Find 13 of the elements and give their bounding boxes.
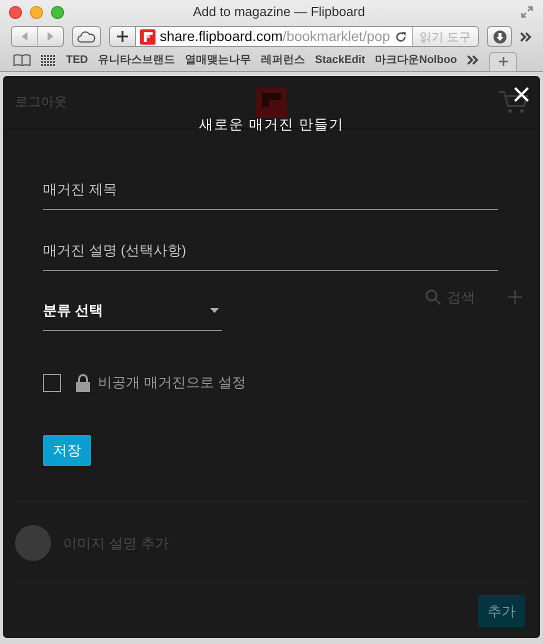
add-button[interactable]: 추가 xyxy=(478,595,525,627)
category-dropdown[interactable]: 분류 선택 xyxy=(43,300,222,331)
bookmark-link[interactable]: 마크다운Nolboo xyxy=(375,52,458,68)
text-field[interactable]: 매거진 설명 (선택사항) xyxy=(43,240,498,271)
bookmark-link[interactable]: StackEdit xyxy=(315,52,366,68)
bookmark-link[interactable]: 유니타스브랜드 xyxy=(98,52,175,68)
dialog-title: 새로운 매거진 만들기 xyxy=(199,115,344,134)
private-label: 비공개 매거진으로 설정 xyxy=(98,373,246,392)
bookmark-link[interactable]: TED xyxy=(66,52,88,68)
text-field[interactable]: 매거진 제목 xyxy=(43,179,498,210)
bookmark-link[interactable]: 레퍼런스 xyxy=(261,52,305,68)
bookmark-link[interactable]: 열매맺는나무 xyxy=(185,52,251,68)
window-title: Add to magazine — Flipboard xyxy=(193,3,365,22)
